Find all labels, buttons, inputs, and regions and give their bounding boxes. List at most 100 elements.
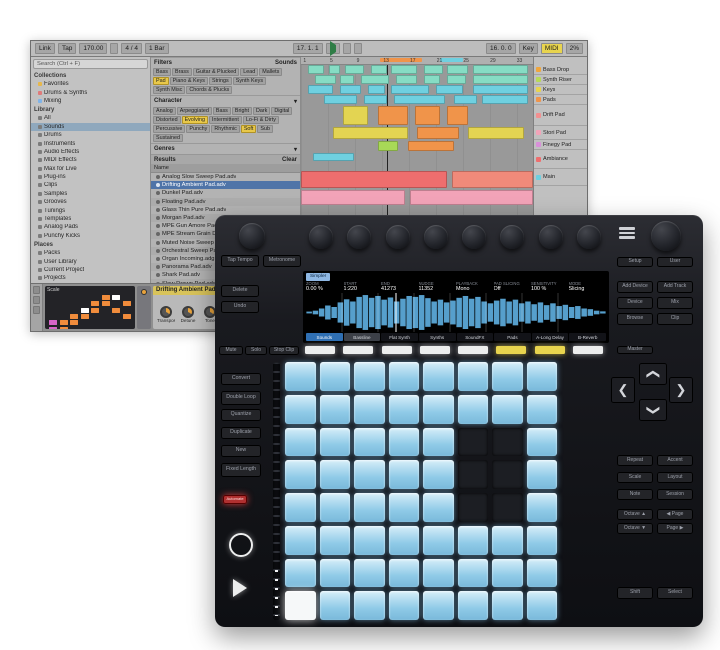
clip-block[interactable] xyxy=(473,85,529,94)
clip-block[interactable] xyxy=(313,153,355,161)
clip-block[interactable] xyxy=(394,95,445,104)
pad-r8c6[interactable] xyxy=(458,591,489,620)
note-cell[interactable] xyxy=(102,295,110,300)
pad-r7c8[interactable] xyxy=(527,559,558,588)
pad-r6c8[interactable] xyxy=(527,526,558,555)
mix-button[interactable]: Mix xyxy=(657,297,693,309)
sidebar-item-audio-effects[interactable]: Audio Effects xyxy=(31,148,150,156)
pad-r7c4[interactable] xyxy=(389,559,420,588)
shift-button[interactable]: Shift xyxy=(617,587,653,599)
clip-block[interactable] xyxy=(417,127,459,139)
display-button-5[interactable] xyxy=(458,346,488,354)
device-view-tab[interactable] xyxy=(33,296,40,304)
note-cell[interactable] xyxy=(81,308,89,313)
sidebar-item-sounds[interactable]: Sounds xyxy=(31,123,150,131)
pad-r1c3[interactable] xyxy=(354,362,385,391)
filter-chip-arpeggiated[interactable]: Arpeggiated xyxy=(177,107,212,115)
filter-chip-synth-keys[interactable]: Synth Keys xyxy=(233,77,266,85)
sidebar-item-midi-effects[interactable]: MIDI Effects xyxy=(31,156,150,164)
filter-chip-bass[interactable]: Bass xyxy=(153,68,171,76)
pad-r7c2[interactable] xyxy=(320,559,351,588)
clip-block[interactable] xyxy=(424,65,443,74)
filter-chip-digital[interactable]: Digital xyxy=(271,107,292,115)
page-right-button[interactable]: Page ▶ xyxy=(657,523,693,534)
pad-r1c4[interactable] xyxy=(389,362,420,391)
note-cell[interactable] xyxy=(112,308,120,313)
clip-block[interactable] xyxy=(301,171,447,188)
pad-r4c3[interactable] xyxy=(354,460,385,489)
duplicate-button[interactable]: Duplicate xyxy=(221,427,261,439)
filter-chip-lead[interactable]: Lead xyxy=(240,68,258,76)
filter-chip-punchy[interactable]: Punchy xyxy=(186,125,210,133)
filter-chip-distorted[interactable]: Distorted xyxy=(153,116,181,124)
filter-chip-analog[interactable]: Analog xyxy=(153,107,176,115)
pad-r6c4[interactable] xyxy=(389,526,420,555)
solo-button[interactable]: Solo xyxy=(245,346,267,355)
encoder-5[interactable] xyxy=(462,225,486,249)
sidebar-item-max-for-live[interactable]: Max for Live xyxy=(31,165,150,173)
filter-chip-brass[interactable]: Brass xyxy=(172,68,192,76)
clip-block[interactable] xyxy=(454,95,477,104)
arrow-left-button[interactable]: ❮ xyxy=(611,377,635,403)
result-item-drifting-ambient-pad-adv[interactable]: Drifting Ambient Pad.adv xyxy=(151,181,300,189)
play-button[interactable] xyxy=(326,43,340,54)
pad-r8c5[interactable] xyxy=(423,591,454,620)
clip-block[interactable] xyxy=(340,85,361,94)
clip-block[interactable] xyxy=(345,65,364,74)
note-cell[interactable] xyxy=(49,320,57,325)
new-button[interactable]: New xyxy=(221,445,261,457)
pad-r8c4[interactable] xyxy=(389,591,420,620)
repeat-button[interactable]: Repeat xyxy=(617,455,653,466)
display-button-4[interactable] xyxy=(420,346,450,354)
macro-knob-transpose[interactable]: Transpose xyxy=(157,306,175,323)
track-header-keys[interactable]: Keys xyxy=(534,85,587,95)
pad-r5c3[interactable] xyxy=(354,493,385,522)
accent-button[interactable]: Accent xyxy=(657,455,693,466)
quantize-button[interactable]: Quantize xyxy=(221,409,261,421)
pad-r2c2[interactable] xyxy=(320,395,351,424)
clip-block[interactable] xyxy=(482,95,528,104)
pad-r6c2[interactable] xyxy=(320,526,351,555)
display-button-1[interactable] xyxy=(305,346,335,354)
filter-chip-dark[interactable]: Dark xyxy=(253,107,270,115)
time-signature-field[interactable]: 4 / 4 xyxy=(121,43,142,54)
sidebar-item-all[interactable]: All xyxy=(31,114,150,122)
pad-r1c1[interactable] xyxy=(285,362,316,391)
display-button-8[interactable] xyxy=(573,346,603,354)
stop-button[interactable] xyxy=(343,43,351,54)
arrow-up-button[interactable]: ❮ xyxy=(639,363,667,385)
clip-block[interactable] xyxy=(340,75,354,84)
loop-length-field[interactable]: 16. 0. 0 xyxy=(486,43,516,54)
pad-r3c4[interactable] xyxy=(389,428,420,457)
midi-clip-editor[interactable]: Scale xyxy=(45,286,135,329)
automation-tab[interactable] xyxy=(33,306,40,314)
track-header-stori-pad[interactable]: Stori Pad xyxy=(534,126,587,140)
user-button[interactable]: User xyxy=(657,257,693,267)
filter-chip-bass[interactable]: Bass xyxy=(213,107,231,115)
clip-block[interactable] xyxy=(368,85,384,94)
note-cell[interactable] xyxy=(70,314,78,319)
result-item-analog-slow-sweep-pad-adv[interactable]: Analog Slow Sweep Pad.adv xyxy=(151,173,300,181)
pad-r8c1[interactable] xyxy=(285,591,316,620)
record-button[interactable] xyxy=(354,43,362,54)
sidebar-item-instruments[interactable]: Instruments xyxy=(31,139,150,147)
filter-chip-rhythmic[interactable]: Rhythmic xyxy=(211,125,239,133)
play-button[interactable] xyxy=(233,579,247,597)
filter-chip-sub[interactable]: Sub xyxy=(257,125,273,133)
track-header-finegy-pad[interactable]: Finegy Pad xyxy=(534,140,587,150)
track-header-drift-pad[interactable]: Drift Pad xyxy=(534,105,587,126)
pad-r8c2[interactable] xyxy=(320,591,351,620)
filter-chip-mallets[interactable]: Mallets xyxy=(259,68,282,76)
pad-r7c7[interactable] xyxy=(492,559,523,588)
pad-r7c3[interactable] xyxy=(354,559,385,588)
pad-r2c1[interactable] xyxy=(285,395,316,424)
note-cell[interactable] xyxy=(70,320,78,325)
sidebar-item-templates[interactable]: Templates xyxy=(31,215,150,223)
clip-block[interactable] xyxy=(391,85,428,94)
fixed-length-button[interactable]: Fixed Length xyxy=(221,463,261,477)
pad-r2c5[interactable] xyxy=(423,395,454,424)
note-button[interactable]: Note xyxy=(617,489,653,500)
filter-chip-pad[interactable]: Pad xyxy=(153,77,169,85)
pad-r8c3[interactable] xyxy=(354,591,385,620)
display-button-3[interactable] xyxy=(382,346,412,354)
